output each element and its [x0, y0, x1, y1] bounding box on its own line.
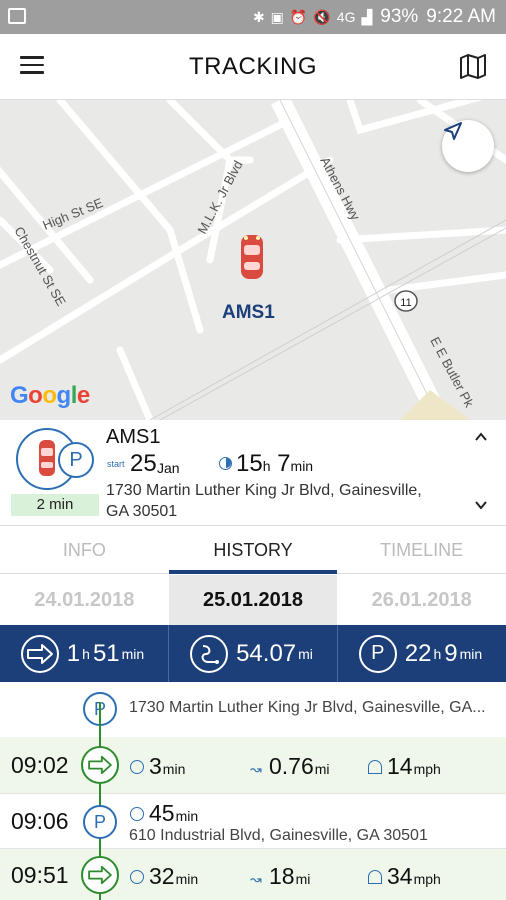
vehicle-name: AMS1 — [106, 426, 161, 448]
route-icon: ↝ — [250, 761, 262, 777]
map[interactable]: High St SE M.L.K. Jr Blvd Athens Hwy Che… — [0, 100, 506, 420]
vehicle-map-label: AMS1 — [222, 302, 275, 323]
table-row[interactable]: 09:02 3 min ↝ 0.76 mi 14 mph — [0, 737, 506, 793]
clock-icon — [219, 457, 232, 470]
drive-arrow-icon — [81, 856, 119, 894]
battery-percent: 93% — [380, 6, 419, 27]
image-icon — [8, 8, 26, 24]
trip-duration: 15h 7min — [236, 450, 314, 477]
stop-address: 1730 Martin Luther King Jr Blvd, Gainesv… — [129, 699, 486, 716]
status-time: 9:22 AM — [426, 6, 496, 27]
daily-summary: 1h 51 min 54.07 mi P 22 h 9 min — [0, 625, 506, 682]
page-title: TRACKING — [188, 52, 317, 80]
start-day: 25 — [130, 450, 157, 477]
stop-time: 09:06 — [11, 808, 69, 834]
summary-parking-time: P 22 h 9 min — [338, 625, 506, 682]
tab-history[interactable]: HISTORY — [168, 526, 338, 574]
map-roads: High St SE M.L.K. Jr Blvd Athens Hwy Che… — [0, 100, 506, 420]
date-next[interactable]: 26.01.2018 — [337, 575, 506, 625]
tab-bar: INFO HISTORY TIMELINE — [0, 526, 506, 574]
tab-info[interactable]: INFO — [0, 526, 169, 573]
list-item[interactable]: P 1730 Martin Luther King Jr Blvd, Gaine… — [0, 682, 506, 737]
chevron-down-icon[interactable] — [474, 498, 488, 512]
stop-address: 610 Industrial Blvd, Gainesville, GA 305… — [129, 827, 428, 844]
trip-speed: 34 mph — [368, 863, 441, 890]
table-row[interactable]: 09:06 45 min 610 Industrial Blvd, Gainesv… — [0, 793, 506, 849]
app-bar: TRACKING — [0, 34, 506, 100]
trip-duration: 3 min — [130, 753, 185, 780]
drive-arrow-icon — [81, 746, 119, 784]
route-icon — [190, 634, 229, 673]
date-current[interactable]: 25.01.2018 — [168, 575, 338, 625]
alarm-icon: ⏰ — [289, 8, 308, 25]
speedometer-icon — [368, 760, 382, 774]
start-label: start — [107, 459, 125, 469]
trip-time: 09:51 — [11, 862, 69, 888]
summary-distance: 54.07 mi — [169, 625, 338, 682]
navigation-arrow-icon — [444, 122, 462, 140]
google-logo: Google — [10, 382, 90, 409]
map-view-icon[interactable] — [458, 52, 488, 80]
mute-icon: 🔇 — [313, 8, 331, 25]
parking-icon: P — [358, 634, 397, 673]
status-bar: ✱ ▣ ⏰ 🔇 4G ▟ 93% 9:22 AM — [0, 0, 506, 34]
signal-icon: ▟ — [361, 8, 373, 25]
table-row[interactable]: 09:51 32 min ↝ 18 mi 34 mph — [0, 849, 506, 900]
vehicle-address: 1730 Martin Luther King Jr Blvd, Gainesv… — [106, 482, 422, 520]
history-timeline: P 1730 Martin Luther King Jr Blvd, Gaine… — [0, 682, 506, 900]
trip-distance: ↝ 0.76 mi — [250, 753, 330, 779]
start-month: Jan — [157, 460, 180, 476]
chevron-up-icon[interactable] — [474, 430, 488, 444]
clock-icon — [130, 807, 144, 821]
drive-arrow-icon — [20, 634, 59, 673]
vehicle-card[interactable]: P 2 min AMS1 start 25 Jan 15h 7min 1730 … — [0, 420, 506, 526]
date-prev[interactable]: 24.01.2018 — [0, 575, 169, 625]
trip-distance: ↝ 18 mi — [250, 863, 311, 889]
nfc-icon: ▣ — [270, 8, 284, 25]
vehicle-marker[interactable] — [241, 235, 263, 279]
locate-button[interactable] — [442, 120, 494, 172]
parking-icon: P — [58, 442, 94, 478]
speedometer-icon — [368, 870, 382, 884]
hamburger-menu-icon[interactable] — [20, 56, 44, 76]
summary-drive-time: 1h 51 min — [0, 625, 169, 682]
trip-speed: 14 mph — [368, 753, 441, 780]
route-shield: 11 — [400, 297, 411, 309]
parking-icon: P — [83, 805, 117, 839]
network-type: 4G — [336, 9, 356, 25]
clock-icon — [130, 870, 144, 884]
status-icons: ✱ ▣ ⏰ 🔇 4G ▟ — [253, 9, 372, 26]
tab-timeline[interactable]: TIMELINE — [337, 526, 506, 573]
route-icon: ↝ — [250, 871, 262, 887]
trip-duration: 32 min — [130, 863, 198, 890]
status-duration-badge: 2 min — [11, 494, 99, 516]
date-selector: 24.01.2018 25.01.2018 26.01.2018 — [0, 575, 506, 625]
clock-icon — [130, 760, 144, 774]
stop-duration: 45 min — [130, 800, 198, 827]
bluetooth-icon: ✱ — [252, 8, 265, 25]
trip-time: 09:02 — [11, 752, 69, 778]
